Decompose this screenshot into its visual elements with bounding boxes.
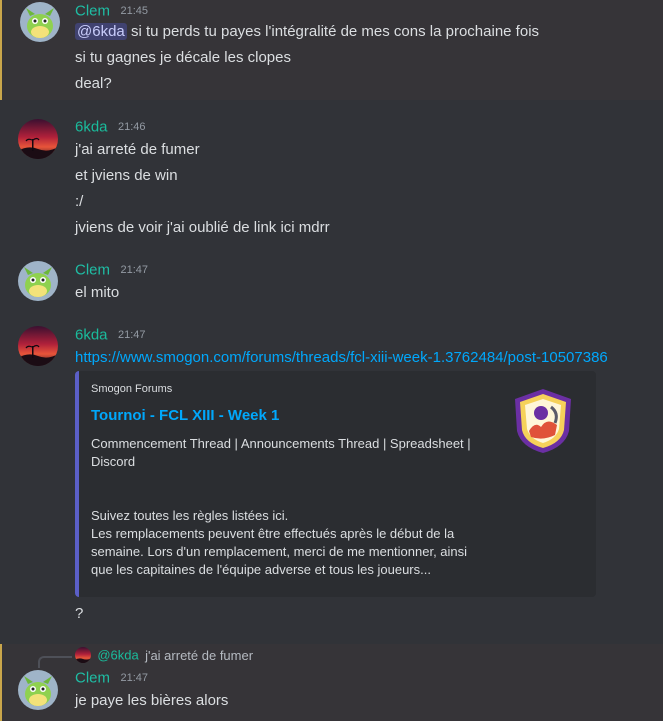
message-link-line: https://www.smogon.com/forums/threads/fc… xyxy=(75,348,608,368)
message-text: :/ xyxy=(75,193,84,210)
clem-avatar[interactable] xyxy=(20,2,60,42)
embed-description-line: Suivez toutes les règles listées ici. xyxy=(91,508,289,523)
username[interactable]: 6kda xyxy=(75,118,108,135)
message-text-content: si tu perds tu payes l'intégralité de me… xyxy=(130,23,540,40)
embed-description-line: semaine. Lors d'un remplacement, merci d… xyxy=(91,544,468,559)
message-header: 6kda 21:46 xyxy=(75,118,146,138)
timestamp: 21:47 xyxy=(120,263,148,276)
message-text: deal? xyxy=(75,75,112,92)
message-text: je paye les bières alors xyxy=(75,692,229,709)
reply-username[interactable]: @6kda xyxy=(97,648,138,663)
embed-description-line: Discord xyxy=(91,454,136,469)
clem-avatar[interactable] xyxy=(18,670,58,710)
message-text: el mito xyxy=(75,284,120,301)
user-mention[interactable]: @6kda xyxy=(75,23,127,40)
sixkda-avatar[interactable] xyxy=(18,326,58,366)
message-text: @6kda si tu perds tu payes l'intégralité… xyxy=(75,22,539,42)
embed-title[interactable]: Tournoi - FCL XIII - Week 1 xyxy=(91,407,279,424)
message-text: et jviens de win xyxy=(75,167,178,184)
message-header: Clem 21:47 xyxy=(75,261,148,281)
username[interactable]: Clem xyxy=(75,669,110,686)
message-header: Clem 21:47 xyxy=(75,669,148,689)
embed-thumbnail[interactable] xyxy=(511,387,575,455)
embed-description-line: que les capitaines de l'équipe adverse e… xyxy=(91,562,431,577)
message-text: si tu gagnes je décale les clopes xyxy=(75,49,291,66)
sixkda-avatar[interactable] xyxy=(18,119,58,159)
reply-snippet[interactable]: j'ai arreté de fumer xyxy=(145,648,253,663)
message-text: ? xyxy=(75,605,84,622)
link-embed: Smogon Forums Tournoi - FCL XIII - Week … xyxy=(75,371,596,597)
green-pokemon-avatar-icon xyxy=(20,2,60,42)
timestamp: 21:45 xyxy=(120,4,148,17)
green-pokemon-avatar-icon xyxy=(18,261,58,301)
message-header: 6kda 21:47 xyxy=(75,326,146,346)
message-text: j'ai arreté de fumer xyxy=(75,141,200,158)
message-header: Clem 21:45 xyxy=(75,2,148,22)
timestamp: 21:47 xyxy=(120,671,148,684)
clem-avatar[interactable] xyxy=(18,261,58,301)
timestamp: 21:47 xyxy=(117,328,146,341)
message-text: jviens de voir j'ai oublié de link ici m… xyxy=(75,219,330,236)
sunset-mini-avatar-icon xyxy=(75,647,91,663)
reply-spine xyxy=(38,656,72,668)
embed-description-line: Les remplacements peuvent être effectués… xyxy=(91,526,455,541)
username[interactable]: Clem xyxy=(75,2,110,19)
sunset-avatar-icon xyxy=(18,326,58,366)
username[interactable]: Clem xyxy=(75,261,110,278)
timestamp: 21:46 xyxy=(117,120,146,133)
embed-description-line: Commencement Thread | Announcements Thre… xyxy=(91,436,471,451)
embed-provider[interactable]: Smogon Forums xyxy=(91,383,172,395)
green-pokemon-avatar-icon xyxy=(18,670,58,710)
username[interactable]: 6kda xyxy=(75,326,108,343)
smogon-link[interactable]: https://www.smogon.com/forums/threads/fc… xyxy=(75,349,608,366)
reply-reference[interactable]: @6kda j'ai arreté de fumer xyxy=(75,647,253,665)
smogon-logo-icon xyxy=(515,389,571,453)
chat-log: Clem 21:45 @6kda si tu perds tu payes l'… xyxy=(0,0,663,721)
sunset-avatar-icon xyxy=(18,119,58,159)
